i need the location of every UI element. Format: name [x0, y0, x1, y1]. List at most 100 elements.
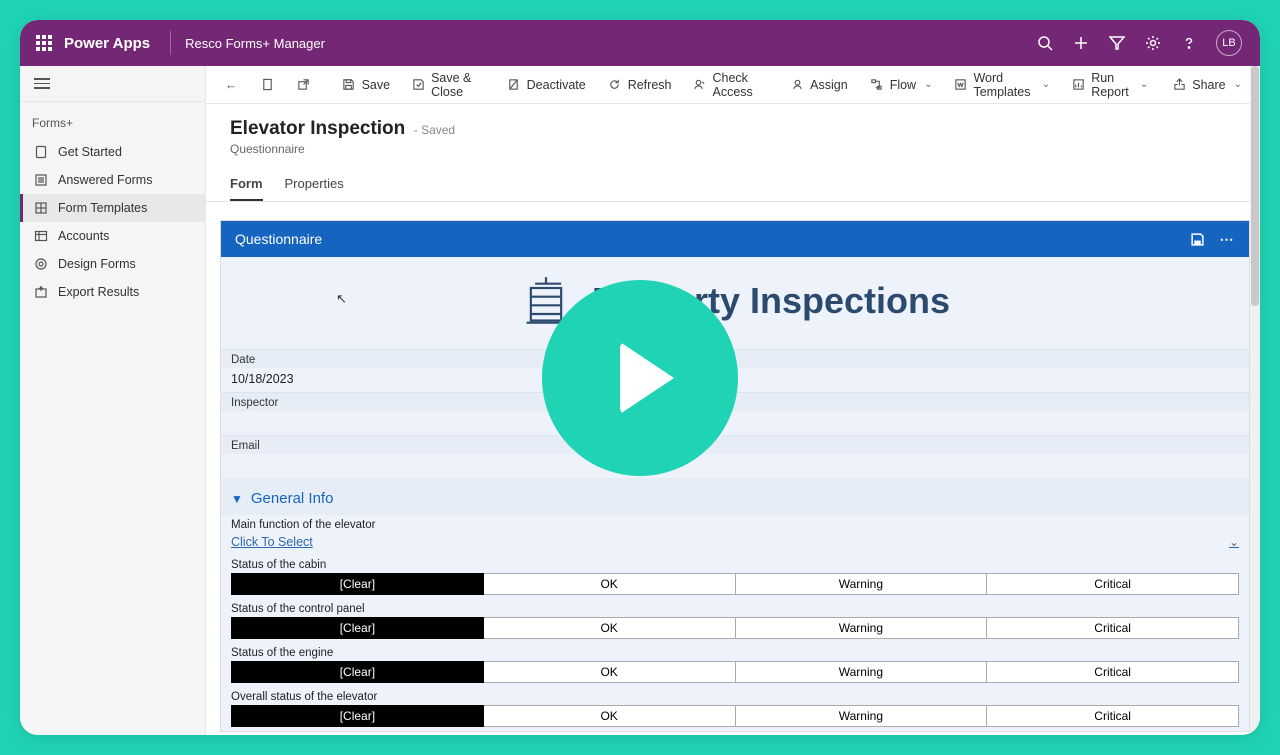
popout-button[interactable]	[286, 72, 320, 98]
field-label-inspector: Inspector	[221, 392, 1249, 411]
scrollbar-thumb[interactable]	[1251, 66, 1259, 306]
status-cabin-options: [Clear] OK Warning Critical	[221, 573, 1249, 599]
chevron-down-icon: ⌄	[1042, 79, 1050, 90]
tab-properties[interactable]: Properties	[285, 168, 344, 201]
questionnaire-hero-title: Property Inspections	[592, 280, 950, 321]
option-ok[interactable]: OK	[484, 573, 736, 595]
sidebar-item-label: Design Forms	[58, 257, 136, 271]
option-warning[interactable]: Warning	[736, 705, 988, 727]
question-label-main-function: Main function of the elevator	[221, 515, 1249, 533]
open-record-button[interactable]	[250, 72, 284, 98]
sidebar-item-design-forms[interactable]: Design Forms	[20, 250, 205, 278]
option-warning[interactable]: Warning	[736, 573, 988, 595]
table-icon	[34, 229, 48, 243]
cursor-icon: ↖	[336, 291, 347, 307]
more-icon[interactable]: ⋯	[1219, 231, 1235, 247]
section-general-info[interactable]: ▼ General Info	[221, 478, 1249, 515]
sidebar-item-label: Answered Forms	[58, 173, 152, 187]
word-templates-button[interactable]: Word Templates ⌄	[944, 66, 1060, 105]
sidebar-item-form-templates[interactable]: Form Templates	[20, 194, 205, 222]
help-icon[interactable]	[1180, 34, 1198, 52]
deactivate-icon	[507, 78, 521, 92]
option-warning[interactable]: Warning	[736, 617, 988, 639]
add-icon[interactable]	[1072, 34, 1090, 52]
sidebar-item-label: Export Results	[58, 285, 139, 299]
save-icon[interactable]	[1189, 231, 1205, 247]
questionnaire-card: Questionnaire ⋯ ↖	[220, 220, 1250, 732]
global-header: Power Apps Resco Forms+ Manager LB	[20, 20, 1260, 66]
option-clear[interactable]: [Clear]	[231, 617, 484, 639]
settings-icon[interactable]	[1144, 34, 1162, 52]
document-icon	[34, 145, 48, 159]
refresh-button[interactable]: Refresh	[598, 72, 682, 98]
option-ok[interactable]: OK	[484, 661, 736, 683]
save-button[interactable]: Save	[332, 72, 401, 98]
caret-down-icon: ▼	[231, 492, 243, 506]
option-critical[interactable]: Critical	[987, 661, 1239, 683]
option-clear[interactable]: [Clear]	[231, 661, 484, 683]
sidebar-item-export-results[interactable]: Export Results	[20, 278, 205, 306]
field-value-date[interactable]: 10/18/2023	[221, 368, 1249, 392]
run-report-button[interactable]: Run Report ⌄	[1062, 66, 1158, 105]
hamburger-icon[interactable]	[34, 78, 50, 89]
assign-button[interactable]: Assign	[780, 72, 858, 98]
field-value-email[interactable]	[221, 454, 1249, 478]
chevron-down-icon: ⌄	[924, 79, 932, 90]
field-label-date: Date	[221, 349, 1249, 368]
option-ok[interactable]: OK	[484, 617, 736, 639]
app-window: Power Apps Resco Forms+ Manager LB	[20, 20, 1260, 735]
sidebar-item-label: Form Templates	[58, 201, 147, 215]
back-button[interactable]: ←	[214, 72, 248, 98]
refresh-icon	[608, 78, 622, 92]
check-access-button[interactable]: Check Access	[683, 66, 778, 105]
app-name[interactable]: Power Apps	[64, 35, 164, 52]
sidebar-item-answered-forms[interactable]: Answered Forms	[20, 166, 205, 194]
global-actions: LB	[1036, 30, 1250, 56]
search-icon[interactable]	[1036, 34, 1054, 52]
sidebar-section-title: Forms+	[20, 102, 205, 138]
share-button[interactable]: Share ⌄	[1162, 72, 1252, 98]
command-bar: ← Save Save & Close Deactivate	[206, 66, 1260, 104]
question-label: Status of the engine	[221, 643, 1249, 661]
question-label: Overall status of the elevator	[221, 687, 1249, 705]
option-warning[interactable]: Warning	[736, 661, 988, 683]
report-icon	[1072, 78, 1085, 92]
option-ok[interactable]: OK	[484, 705, 736, 727]
sidebar-item-get-started[interactable]: Get Started	[20, 138, 205, 166]
option-clear[interactable]: [Clear]	[231, 705, 484, 727]
option-critical[interactable]: Critical	[987, 573, 1239, 595]
form-canvas: Questionnaire ⋯ ↖	[206, 202, 1260, 735]
filter-icon[interactable]	[1108, 34, 1126, 52]
sidebar: Forms+ Get Started Answered Forms Form T…	[20, 66, 206, 735]
target-icon	[34, 257, 48, 271]
scrollbar[interactable]	[1250, 66, 1260, 735]
tab-form[interactable]: Form	[230, 168, 263, 201]
chevron-down-icon: ⌄	[1234, 79, 1242, 90]
grid-icon	[34, 201, 48, 215]
popout-icon	[296, 78, 310, 92]
record-title: Elevator Inspection	[230, 118, 405, 139]
sidebar-item-label: Accounts	[58, 229, 109, 243]
question-label: Status of the cabin	[221, 555, 1249, 573]
app-launcher-icon[interactable]	[36, 35, 52, 51]
user-avatar[interactable]: LB	[1216, 30, 1242, 56]
save-close-button[interactable]: Save & Close	[402, 66, 495, 105]
field-value-inspector[interactable]	[221, 411, 1249, 435]
list-icon	[34, 173, 48, 187]
main-function-select[interactable]: Click To Select ⌄	[221, 533, 1249, 555]
field-label-email: Email	[221, 435, 1249, 454]
sidebar-item-accounts[interactable]: Accounts	[20, 222, 205, 250]
option-clear[interactable]: [Clear]	[231, 573, 484, 595]
record-header: Elevator Inspection - Saved Questionnair…	[206, 104, 1260, 156]
divider	[170, 31, 171, 55]
status-engine-options: [Clear] OK Warning Critical	[221, 661, 1249, 687]
chevron-down-icon: ⌄	[1229, 535, 1239, 549]
option-critical[interactable]: Critical	[987, 705, 1239, 727]
questionnaire-hero: ↖ Property Inspections	[221, 257, 1249, 349]
deactivate-button[interactable]: Deactivate	[497, 72, 596, 98]
option-critical[interactable]: Critical	[987, 617, 1239, 639]
check-access-icon	[693, 78, 706, 92]
flow-button[interactable]: Flow ⌄	[860, 72, 943, 98]
save-close-icon	[412, 78, 425, 92]
record-saved-status: - Saved	[414, 123, 455, 137]
